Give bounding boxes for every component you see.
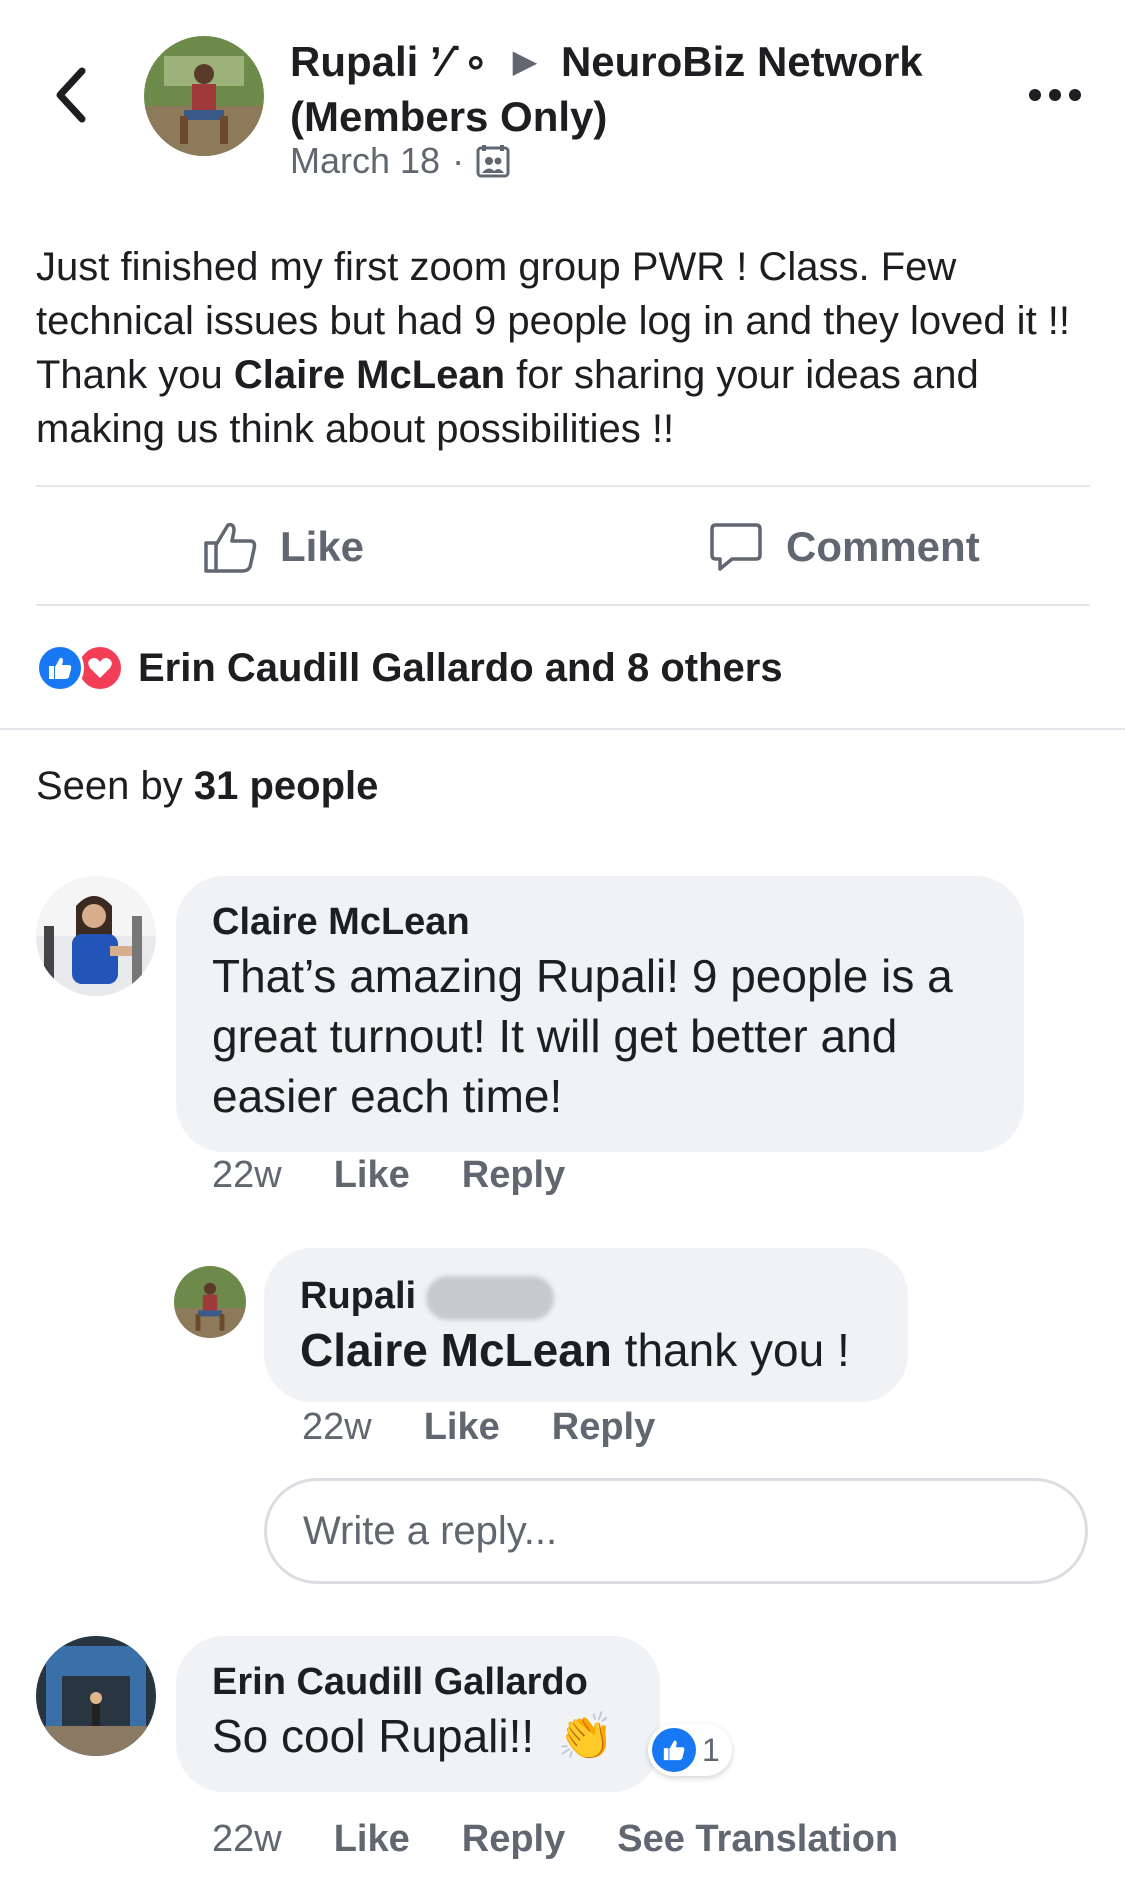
meta-separator: · [452, 140, 465, 181]
comment-text: That’s amazing Rupali! 9 people is a gre… [212, 950, 953, 1122]
author-photo-small [174, 1266, 246, 1338]
comment-reply-button[interactable]: Reply [462, 1154, 565, 1197]
like-label: Like [280, 523, 365, 570]
author-name[interactable]: Rupali [290, 38, 418, 85]
comment-button[interactable]: Comment [708, 512, 980, 582]
reply-like-button[interactable]: Like [424, 1406, 500, 1449]
divider [36, 604, 1090, 606]
comment-reply-button[interactable]: Reply [462, 1818, 565, 1861]
comment-time[interactable]: 22w [212, 1818, 282, 1861]
thumbs-up-icon [204, 522, 257, 573]
arrow-right-icon: ▶ [512, 43, 538, 79]
reply-actions: 22w Like Reply [302, 1406, 655, 1449]
comment-author[interactable]: Claire McLean [212, 898, 988, 946]
seen-by[interactable]: Seen by 31 people [36, 764, 378, 809]
like-count-number: 1 [702, 1731, 720, 1768]
clapping-hands-icon: 👏 [556, 1710, 615, 1762]
claire-photo [36, 876, 156, 996]
comment-like-button[interactable]: Like [334, 1818, 410, 1861]
author-avatar[interactable] [144, 36, 264, 156]
reply-reply-button[interactable]: Reply [552, 1406, 655, 1449]
group-privacy-icon [476, 145, 510, 178]
reply-bubble[interactable]: Rupali Claire McLean thank you ! [264, 1248, 908, 1402]
reply-placeholder: Write a reply... [303, 1508, 558, 1553]
write-reply-input[interactable]: Write a reply... [264, 1478, 1088, 1584]
more-dot-icon [1069, 89, 1081, 101]
more-dot-icon [1049, 89, 1061, 101]
author-name-obscured: ’⁄˙∘ [430, 38, 489, 85]
commenter-avatar[interactable] [36, 876, 156, 996]
comment-time[interactable]: 22w [212, 1154, 282, 1197]
comment-like-button[interactable]: Like [334, 1154, 410, 1197]
like-reaction-icon [36, 644, 84, 692]
back-button[interactable] [40, 60, 100, 130]
author-photo [144, 36, 264, 156]
chevron-left-icon [56, 67, 86, 123]
comment-actions: 22w Like Reply [212, 1154, 565, 1197]
reply-text: Claire McLean thank you ! [300, 1320, 872, 1380]
reply-author-name: Rupali [300, 1275, 417, 1317]
reactions-summary[interactable]: Erin Caudill Gallardo and 8 others [36, 640, 783, 696]
see-translation-button[interactable]: See Translation [617, 1818, 898, 1861]
divider [36, 485, 1090, 487]
seen-prefix: Seen by [36, 764, 194, 808]
comment-author[interactable]: Erin Caudill Gallardo [212, 1658, 624, 1706]
commenter-avatar[interactable] [36, 1636, 156, 1756]
reply-avatar[interactable] [174, 1266, 246, 1338]
section-divider [0, 728, 1125, 730]
post-meta: March 18 · [290, 140, 510, 182]
post-date[interactable]: March 18 [290, 140, 440, 182]
reply-author[interactable]: Rupali [300, 1272, 872, 1320]
like-reaction-icon [652, 1728, 696, 1772]
post-mention[interactable]: Claire McLean [234, 353, 505, 397]
reactions-text: Erin Caudill Gallardo and 8 others [138, 645, 783, 690]
comment-bubble[interactable]: Erin Caudill Gallardo So cool Rupali!! 👏 [176, 1636, 660, 1792]
post-body: Just finished my first zoom group PWR ! … [36, 240, 1096, 456]
comment-bubble[interactable]: Claire McLean That’s amazing Rupali! 9 p… [176, 876, 1024, 1152]
more-options-button[interactable] [1020, 80, 1090, 110]
comment-icon [710, 523, 762, 571]
like-button[interactable]: Like [202, 512, 364, 582]
comment-like-count[interactable]: 1 [648, 1724, 732, 1776]
comment-text-body: So cool Rupali!! [212, 1710, 535, 1762]
comment-label: Comment [786, 523, 980, 570]
comment-actions: 22w Like Reply See Translation [212, 1818, 898, 1861]
post-header-title: Rupali ’⁄˙∘ ▶ NeuroBiz Network (Members … [290, 36, 990, 143]
reply-time[interactable]: 22w [302, 1406, 372, 1449]
reply-mention[interactable]: Claire McLean [300, 1324, 612, 1376]
redacted-name-blur [426, 1275, 555, 1320]
erin-photo [36, 1636, 156, 1756]
comment-text: So cool Rupali!! 👏 [212, 1706, 624, 1766]
seen-count: 31 people [193, 764, 379, 808]
more-dot-icon [1029, 89, 1041, 101]
reply-text-body: thank you ! [611, 1324, 850, 1376]
